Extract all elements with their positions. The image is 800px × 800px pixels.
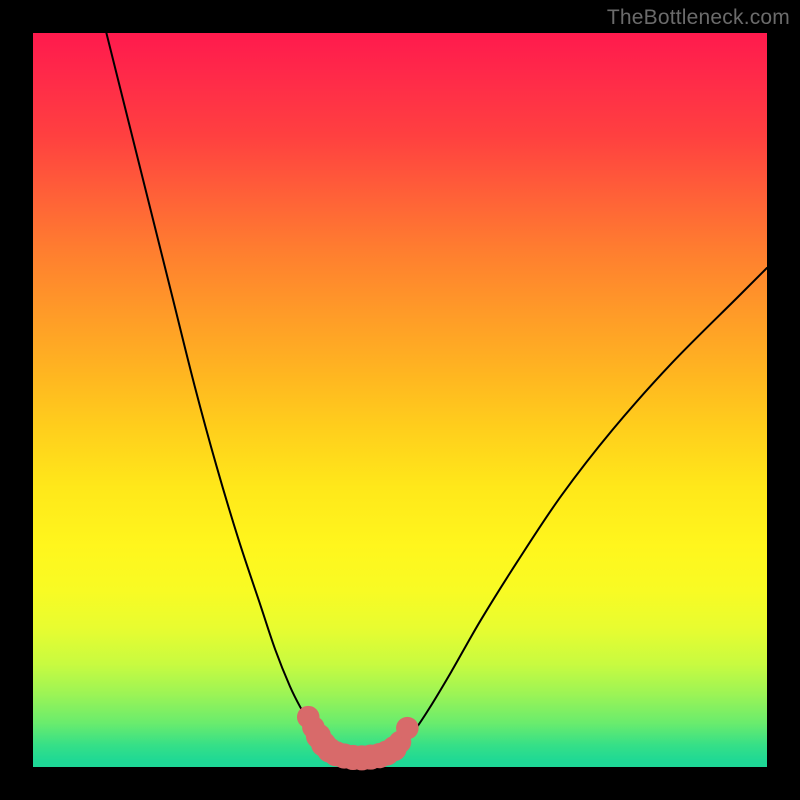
plot-area bbox=[33, 33, 767, 767]
watermark-text: TheBottleneck.com bbox=[607, 6, 790, 30]
chart-frame: TheBottleneck.com bbox=[0, 0, 800, 800]
valley-markers bbox=[297, 706, 419, 771]
bottleneck-curve bbox=[106, 33, 767, 758]
chart-svg bbox=[33, 33, 767, 767]
curve-path bbox=[106, 33, 767, 758]
valley-marker bbox=[396, 717, 419, 740]
